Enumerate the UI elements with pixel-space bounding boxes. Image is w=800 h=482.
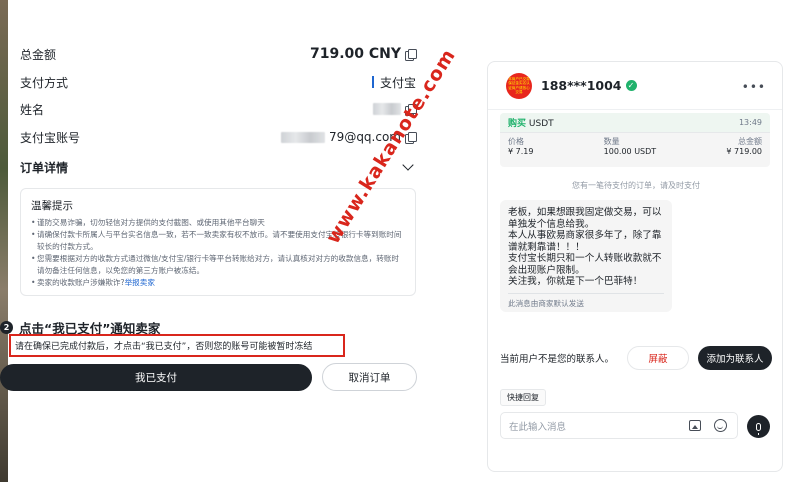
- microphone-icon: [756, 422, 761, 435]
- tip-item: 您需要根据对方的收款方式通过微信/支付宝/银行卡等平台转账给对方，请认真核对对方…: [31, 253, 405, 277]
- voice-button[interactable]: [747, 415, 770, 438]
- order-total-value: ¥ 719.00: [726, 147, 762, 156]
- pay-method-row: 支付方式 支付宝: [20, 71, 416, 93]
- tip-item-text: 卖家的收款账户涉嫌欺诈?: [37, 278, 125, 287]
- name-row: 姓名: [20, 98, 417, 120]
- tip-item: 卖家的收款账户涉嫌欺诈?举报卖家: [31, 277, 405, 289]
- order-asset: USDT: [528, 119, 554, 129]
- emoji-icon[interactable]: [714, 419, 727, 432]
- verified-icon: ✓: [625, 80, 637, 91]
- quantity-label: 数量: [603, 137, 620, 146]
- alipay-marker: [371, 76, 374, 88]
- chat-panel: 本商户已交易保证金实名认证商户请放心交易 188***1004 ✓ ••• 购买…: [487, 61, 783, 472]
- avatar[interactable]: 本商户已交易保证金实名认证商户请放心交易: [506, 72, 532, 99]
- total-amount-label: 总金额: [20, 47, 57, 62]
- order-side: 购买: [508, 119, 527, 129]
- redacted-name: [373, 103, 401, 115]
- pay-method-label: 支付方式: [20, 75, 69, 90]
- copy-icon[interactable]: [405, 48, 417, 61]
- pay-method-value: 支付宝: [379, 75, 416, 90]
- order-time: 13:49: [738, 118, 762, 127]
- avatar-text: 本商户已交易保证金实名认证商户请放心交易: [508, 77, 530, 94]
- chat-user-name: 188***1004: [541, 78, 622, 93]
- redacted-account: [281, 131, 326, 143]
- contact-row: 当前用户不是您的联系人。 屏蔽 添加为联系人: [500, 346, 772, 370]
- account-label: 支付宝账号: [20, 130, 81, 145]
- total-amount-row: 总金额 719.00 CNY: [20, 43, 417, 65]
- freeze-warning: 请在确保已完成付款后，才点击“我已支付”，否则您的账号可能被暂时冻结: [9, 334, 345, 357]
- price-value: ¥ 7.19: [508, 147, 534, 156]
- name-label: 姓名: [20, 102, 45, 117]
- cancel-order-button[interactable]: 取消订单: [322, 363, 417, 391]
- step-number: 2: [0, 321, 13, 334]
- quick-reply-button[interactable]: 快捷回复: [500, 389, 546, 406]
- message-input[interactable]: 在此输入消息: [500, 412, 738, 439]
- block-button[interactable]: 屏蔽: [627, 346, 689, 370]
- account-row: 支付宝账号 79@qq.com: [20, 126, 417, 148]
- background-edge: [0, 0, 8, 482]
- message-bubble: 老板，如果想跟我固定做交易，可以单独发个信息给我。 本人从事欧易商家很多年了，除…: [500, 200, 672, 312]
- order-summary-card: 购买 USDT 13:49 价格 ¥ 7.19 数量 100.00 USDT 总金额…: [500, 113, 770, 167]
- quantity-value: 100.00 USDT: [603, 147, 657, 156]
- order-details-toggle[interactable]: 订单详情: [20, 156, 416, 178]
- message-footer: 此消息由商家默认发送: [508, 298, 584, 308]
- order-total-label: 总金额: [738, 137, 762, 146]
- more-options-icon[interactable]: •••: [742, 80, 766, 94]
- price-label: 价格: [508, 137, 524, 146]
- message-input-placeholder: 在此输入消息: [509, 421, 567, 433]
- report-seller-link[interactable]: 举报卖家: [125, 278, 155, 287]
- image-icon[interactable]: [689, 420, 701, 431]
- add-contact-button[interactable]: 添加为联系人: [698, 346, 772, 370]
- total-amount-value: 719.00 CNY: [309, 46, 401, 62]
- system-message: 您有一笔待支付的订单，请及时支付: [572, 181, 700, 190]
- order-details-label: 订单详情: [20, 160, 69, 175]
- chevron-down-icon: [402, 159, 414, 171]
- chat-header: 本商户已交易保证金实名认证商户请放心交易 188***1004 ✓ •••: [488, 62, 782, 110]
- message-text: 老板，如果想跟我固定做交易，可以单独发个信息给我。 本人从事欧易商家很多年了，除…: [508, 207, 662, 287]
- i-have-paid-button[interactable]: 我已支付: [0, 364, 312, 391]
- not-contact-notice: 当前用户不是您的联系人。: [500, 354, 615, 365]
